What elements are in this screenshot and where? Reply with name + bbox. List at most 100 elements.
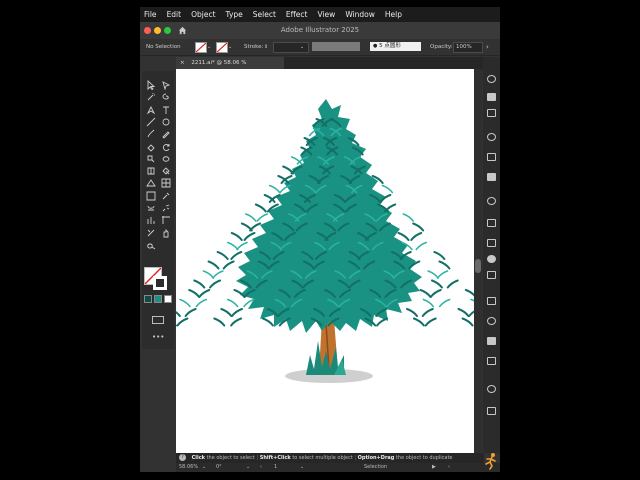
paintbrush-icon[interactable] (146, 124, 156, 138)
stroke-panel-icon[interactable] (487, 337, 496, 345)
eraser-icon[interactable] (146, 137, 156, 152)
appearance-icon[interactable] (487, 239, 496, 247)
zoom-level[interactable]: 58.06% (179, 463, 198, 472)
screen-mode-icon[interactable] (152, 316, 164, 324)
right-panel-dock (483, 57, 500, 453)
opacity-label: Opacity: (430, 44, 453, 50)
selection-status: No Selection (146, 44, 181, 50)
perspective-icon[interactable] (146, 173, 156, 187)
symbols-icon[interactable] (487, 197, 496, 205)
rotation-value[interactable]: 0° (216, 463, 222, 472)
fill-swatch-teal[interactable] (154, 295, 162, 303)
stepper-icon[interactable]: ⇕ (264, 43, 272, 52)
graphic-styles-icon[interactable] (487, 219, 496, 227)
stroke-swatch[interactable] (216, 42, 228, 53)
brush-definition-field[interactable]: ● 5 点圆形 (370, 42, 421, 51)
none-swatch[interactable] (164, 295, 172, 303)
menu-object[interactable]: Object (187, 7, 221, 22)
artboard[interactable] (176, 69, 474, 453)
menu-window[interactable]: Window (341, 7, 381, 22)
hand-icon[interactable] (161, 223, 171, 238)
menu-file[interactable]: File (140, 7, 163, 22)
gradient-panel-icon[interactable] (487, 357, 496, 365)
transparency-icon[interactable] (487, 317, 496, 325)
menu-help[interactable]: Help (381, 7, 408, 22)
brushes-icon[interactable] (487, 173, 496, 181)
scroll-thumb[interactable] (475, 259, 481, 273)
chevron-down-icon[interactable]: ⌄ (228, 43, 232, 52)
document-tab-bar: × 2211.ai* @ 58.06 % (RGB/Preview) (176, 57, 484, 78)
title-bar: Adobe Illustrator 2025 (140, 22, 500, 39)
previous-artboard-icon[interactable]: ‹ (260, 463, 262, 472)
properties-icon[interactable] (487, 75, 496, 83)
warp-icon[interactable] (161, 149, 171, 162)
chevron-down-icon[interactable]: ⌄ (207, 43, 211, 52)
color-panel-icon[interactable] (487, 133, 496, 141)
tools-panel: ••• (142, 71, 174, 349)
type-tool-icon[interactable] (161, 100, 171, 114)
chevron-right-icon[interactable]: › (486, 43, 489, 52)
play-icon[interactable]: ▶ (432, 463, 436, 472)
libraries-icon[interactable] (487, 109, 496, 117)
pathfinder-icon[interactable] (487, 271, 496, 279)
swatches-icon[interactable] (487, 153, 496, 161)
blend-icon[interactable] (146, 198, 156, 211)
magic-wand-icon[interactable] (146, 87, 156, 101)
help-icon[interactable]: ? (179, 454, 186, 461)
layers-panel-icon[interactable] (487, 93, 496, 101)
graph-icon[interactable] (146, 210, 156, 225)
chevron-down-icon[interactable]: ⌄ (202, 463, 206, 472)
shape-builder-icon[interactable] (161, 161, 171, 175)
stroke-label: Stroke: (244, 44, 264, 50)
opacity-field[interactable]: 100% (453, 42, 483, 53)
fill-swatch[interactable] (195, 42, 207, 53)
document-tab[interactable]: × 2211.ai* @ 58.06 % (RGB/Preview) (176, 57, 284, 78)
eyedropper-icon[interactable] (161, 186, 171, 200)
chevron-down-icon[interactable]: ⌄ (300, 43, 304, 52)
canvas-area[interactable] (176, 69, 474, 453)
status-bar: 58.06% ⌄ 0° ⌄ ‹ 1 ⌄ Selection ▶ ‹ (176, 463, 500, 472)
artboard-tool-icon[interactable] (161, 210, 171, 225)
scale-icon[interactable] (146, 149, 156, 163)
chevron-down-icon[interactable]: ⌄ (300, 463, 304, 472)
chevron-down-icon[interactable]: ⌄ (246, 463, 250, 472)
transform-icon[interactable] (487, 297, 496, 305)
tree-artwork[interactable] (176, 69, 474, 453)
menu-effect[interactable]: Effect (282, 7, 314, 22)
mesh-icon[interactable] (161, 173, 171, 188)
asset-export-icon[interactable] (487, 407, 496, 415)
stroke-color-box[interactable] (153, 276, 167, 290)
menu-view[interactable]: View (314, 7, 342, 22)
close-tab-icon[interactable]: × (180, 60, 185, 66)
pencil-icon[interactable] (161, 124, 171, 139)
vertical-scrollbar[interactable] (474, 69, 482, 453)
lasso-icon[interactable] (161, 87, 171, 100)
brush-name: 5 点圆形 (379, 43, 401, 49)
ellipse-tool-icon[interactable] (161, 112, 171, 126)
direct-selection-tool-icon[interactable] (161, 75, 171, 91)
rotate-icon[interactable] (161, 137, 171, 151)
control-bar: No Selection ⌄ ⌄ Stroke: ⇕ ⌄ ● 5 点圆形 Opa… (140, 40, 500, 56)
previous-icon[interactable]: ‹ (448, 463, 450, 472)
zoom-icon[interactable] (146, 235, 156, 250)
variable-width-profile[interactable] (312, 42, 360, 51)
artboard-number[interactable]: 1 (274, 463, 277, 472)
free-transform-icon[interactable] (146, 161, 156, 175)
align-icon[interactable] (487, 255, 496, 263)
slice-icon[interactable] (146, 223, 156, 236)
line-tool-icon[interactable] (146, 112, 156, 127)
menu-bar: File Edit Object Type Select Effect View… (140, 7, 500, 22)
running-figure-icon (485, 453, 496, 470)
symbol-sprayer-icon[interactable] (161, 198, 171, 212)
pen-tool-icon[interactable] (146, 100, 156, 114)
menu-select[interactable]: Select (249, 7, 282, 22)
fill-swatch-dark[interactable] (144, 295, 152, 303)
hint-shift-click: Shift+Click (259, 455, 291, 461)
more-tools-icon[interactable]: ••• (152, 333, 164, 341)
selection-tool-icon[interactable] (146, 75, 156, 91)
links-icon[interactable] (487, 385, 496, 393)
menu-edit[interactable]: Edit (163, 7, 188, 22)
menu-type[interactable]: Type (222, 7, 249, 22)
hint-shift-text: to select multiple object (292, 455, 353, 461)
gradient-icon[interactable] (146, 186, 156, 201)
